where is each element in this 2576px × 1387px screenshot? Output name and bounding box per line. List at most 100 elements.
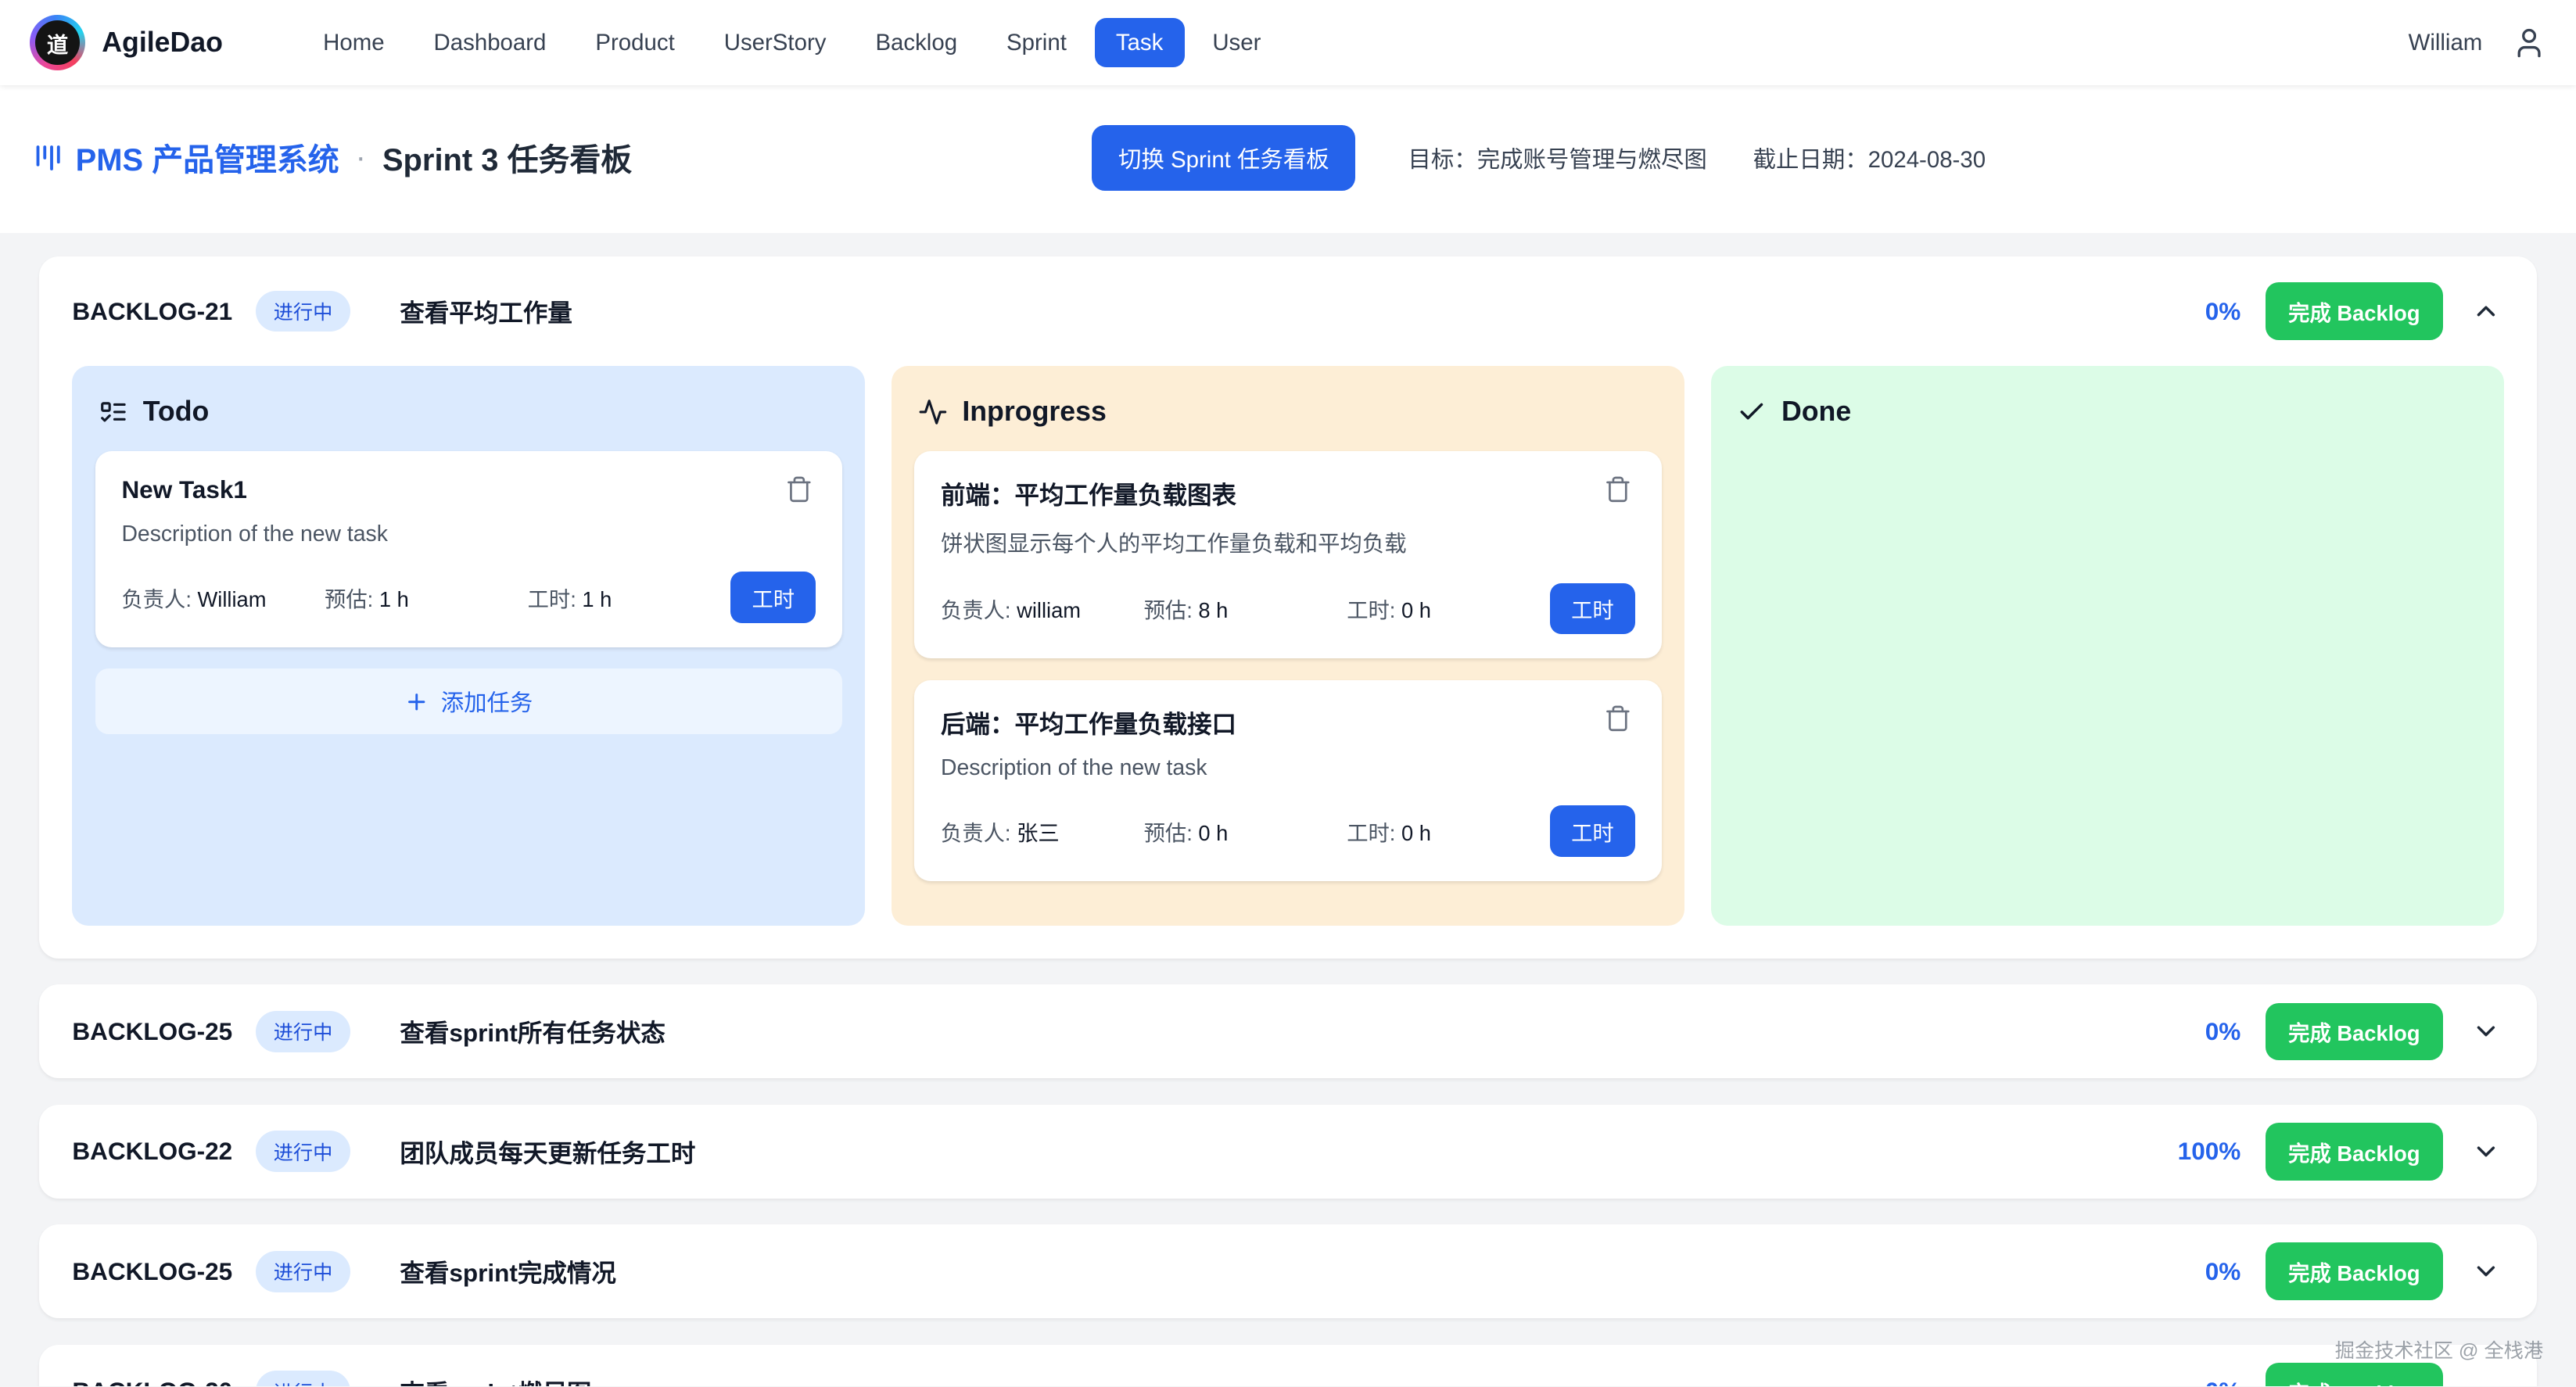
chevron-down-icon <box>2471 1377 2501 1386</box>
column-done-header: Done <box>1737 396 2477 428</box>
sprint-deadline: 截止日期：2024-08-30 <box>1753 142 1986 174</box>
page-title: Sprint 3 任务看板 <box>382 135 632 180</box>
user-icon <box>2512 26 2546 60</box>
delete-task-button[interactable] <box>781 472 816 507</box>
task-assignee: 负责人: William <box>121 582 325 613</box>
delete-task-button[interactable] <box>1601 472 1635 507</box>
task-assignee: 负责人: william <box>941 593 1144 624</box>
backlog-row[interactable]: BACKLOG-25 进行中 查看sprint完成情况 0% 完成 Backlo… <box>39 1224 2536 1318</box>
project-link[interactable]: PMS 产品管理系统 <box>76 135 339 180</box>
progress-percent: 0% <box>2205 1257 2241 1286</box>
chevron-down-icon <box>2471 1016 2501 1046</box>
log-hours-button[interactable]: 工时 <box>1550 805 1635 856</box>
task-assignee-value: william <box>1017 598 1081 622</box>
complete-backlog-button[interactable]: 完成 Backlog <box>2266 1003 2443 1061</box>
task-hours: 工时: 1 h <box>528 582 731 613</box>
navbar: 道 AgileDao Home Dashboard Product UserSt… <box>0 0 2576 85</box>
task-assignee-value: William <box>198 587 267 611</box>
collapse-button[interactable] <box>2467 293 2503 329</box>
page-header: PMS 产品管理系统 · Sprint 3 任务看板 切换 Sprint 任务看… <box>0 85 2576 233</box>
task-assignee-label: 负责人: <box>121 587 191 611</box>
progress-percent: 0% <box>2205 297 2241 326</box>
nav-item-task[interactable]: Task <box>1095 18 1185 67</box>
status-badge: 进行中 <box>256 1251 351 1292</box>
task-hours: 工时: 0 h <box>1347 593 1550 624</box>
trash-icon <box>785 475 813 504</box>
progress-percent: 100% <box>2178 1137 2241 1166</box>
nav-item-user[interactable]: User <box>1191 18 1283 67</box>
progress-percent: 0% <box>2205 1017 2241 1046</box>
expand-button[interactable] <box>2467 1373 2503 1386</box>
task-description: Description of the new task <box>941 755 1635 781</box>
task-hours: 工时: 0 h <box>1347 815 1550 847</box>
add-task-label: 添加任务 <box>441 685 533 718</box>
task-meta: 负责人: william 预估: 8 h 工时: 0 h 工时 <box>941 583 1635 634</box>
nav-item-home[interactable]: Home <box>302 18 406 67</box>
chevron-down-icon <box>2471 1137 2501 1167</box>
nav-item-userstory[interactable]: UserStory <box>702 18 847 67</box>
add-task-button[interactable]: 添加任务 <box>95 668 842 734</box>
backlog-row[interactable]: BACKLOG-22 进行中 团队成员每天更新任务工时 100% 完成 Back… <box>39 1105 2536 1199</box>
agiledao-logo-icon: 道 <box>30 15 85 70</box>
username: William <box>2409 30 2483 56</box>
activity-icon <box>918 397 948 427</box>
backlog-row[interactable]: BACKLOG-25 进行中 查看sprint所有任务状态 0% 完成 Back… <box>39 984 2536 1078</box>
task-title: 后端：平均工作量负载接口 <box>941 701 1236 740</box>
trash-icon <box>1604 475 1632 504</box>
task-estimate-label: 预估: <box>1144 821 1193 845</box>
task-estimate: 预估: 1 h <box>325 582 528 613</box>
complete-backlog-button[interactable]: 完成 Backlog <box>2266 1242 2443 1300</box>
backlog-title: 查看平均工作量 <box>400 293 572 329</box>
task-title: 前端：平均工作量负载图表 <box>941 472 1236 511</box>
task-hours-value: 0 h <box>1401 598 1431 622</box>
chevron-down-icon <box>2471 1256 2501 1286</box>
task-hours-label: 工时: <box>1347 598 1395 622</box>
backlog-id: BACKLOG-25 <box>72 1257 232 1286</box>
expand-button[interactable] <box>2467 1134 2503 1170</box>
column-todo: Todo New Task1 Description of the new ta… <box>72 366 865 925</box>
backlog-header: BACKLOG-21 进行中 查看平均工作量 0% 完成 Backlog <box>72 282 2503 340</box>
task-assignee-label: 负责人: <box>941 821 1010 845</box>
nav-item-backlog[interactable]: Backlog <box>854 18 978 67</box>
user-menu-button[interactable] <box>2512 26 2546 60</box>
log-hours-button[interactable]: 工时 <box>1550 583 1635 634</box>
task-hours-label: 工时: <box>528 587 576 611</box>
check-icon <box>1737 397 1767 427</box>
switch-sprint-board-button[interactable]: 切换 Sprint 任务看板 <box>1092 125 1355 191</box>
backlog-title: 查看sprint所有任务状态 <box>400 1013 666 1049</box>
complete-backlog-button[interactable]: 完成 Backlog <box>2266 1363 2443 1386</box>
nav-item-product[interactable]: Product <box>574 18 696 67</box>
task-board: Todo New Task1 Description of the new ta… <box>72 366 2503 925</box>
nav-item-dashboard[interactable]: Dashboard <box>412 18 567 67</box>
backlog-id: BACKLOG-22 <box>72 1137 232 1166</box>
complete-backlog-button[interactable]: 完成 Backlog <box>2266 282 2443 340</box>
brand[interactable]: 道 AgileDao <box>30 15 223 70</box>
complete-backlog-button[interactable]: 完成 Backlog <box>2266 1123 2443 1181</box>
task-estimate-label: 预估: <box>325 587 373 611</box>
content: BACKLOG-21 进行中 查看平均工作量 0% 完成 Backlog Tod… <box>0 233 2576 1386</box>
backlog-id: BACKLOG-25 <box>72 1017 232 1046</box>
task-estimate: 预估: 0 h <box>1144 815 1347 847</box>
task-hours-label: 工时: <box>1347 821 1395 845</box>
expand-button[interactable] <box>2467 1013 2503 1049</box>
expand-button[interactable] <box>2467 1253 2503 1289</box>
backlog-row[interactable]: BACKLOG-20 进行中 查看sprint燃尽图 0% 完成 Backlog <box>39 1345 2536 1386</box>
breadcrumb-separator: · <box>356 140 366 175</box>
backlog-title: 查看sprint完成情况 <box>400 1253 616 1289</box>
task-estimate-value: 1 h <box>379 587 409 611</box>
chevron-up-icon <box>2471 296 2501 326</box>
log-hours-button[interactable]: 工时 <box>730 572 816 622</box>
task-card[interactable]: 前端：平均工作量负载图表 饼状图显示每个人的平均工作量负载和平均负载 负责人: … <box>914 451 1661 659</box>
backlog-id: BACKLOG-20 <box>72 1377 232 1386</box>
column-title: Inprogress <box>962 396 1107 428</box>
task-hours-value: 1 h <box>582 587 612 611</box>
column-inprogress: Inprogress 前端：平均工作量负载图表 饼状图显示每个人的平均工作量负载… <box>892 366 1684 925</box>
backlog-title: 团队成员每天更新任务工时 <box>400 1134 695 1170</box>
task-assignee: 负责人: 张三 <box>941 815 1144 847</box>
nav-item-sprint[interactable]: Sprint <box>985 18 1088 67</box>
page-header-left: PMS 产品管理系统 · Sprint 3 任务看板 <box>30 135 632 180</box>
sprint-goal: 目标：完成账号管理与燃尽图 <box>1408 142 1706 174</box>
task-card[interactable]: 后端：平均工作量负载接口 Description of the new task… <box>914 680 1661 882</box>
delete-task-button[interactable] <box>1601 701 1635 736</box>
task-card[interactable]: New Task1 Description of the new task 负责… <box>95 451 842 647</box>
